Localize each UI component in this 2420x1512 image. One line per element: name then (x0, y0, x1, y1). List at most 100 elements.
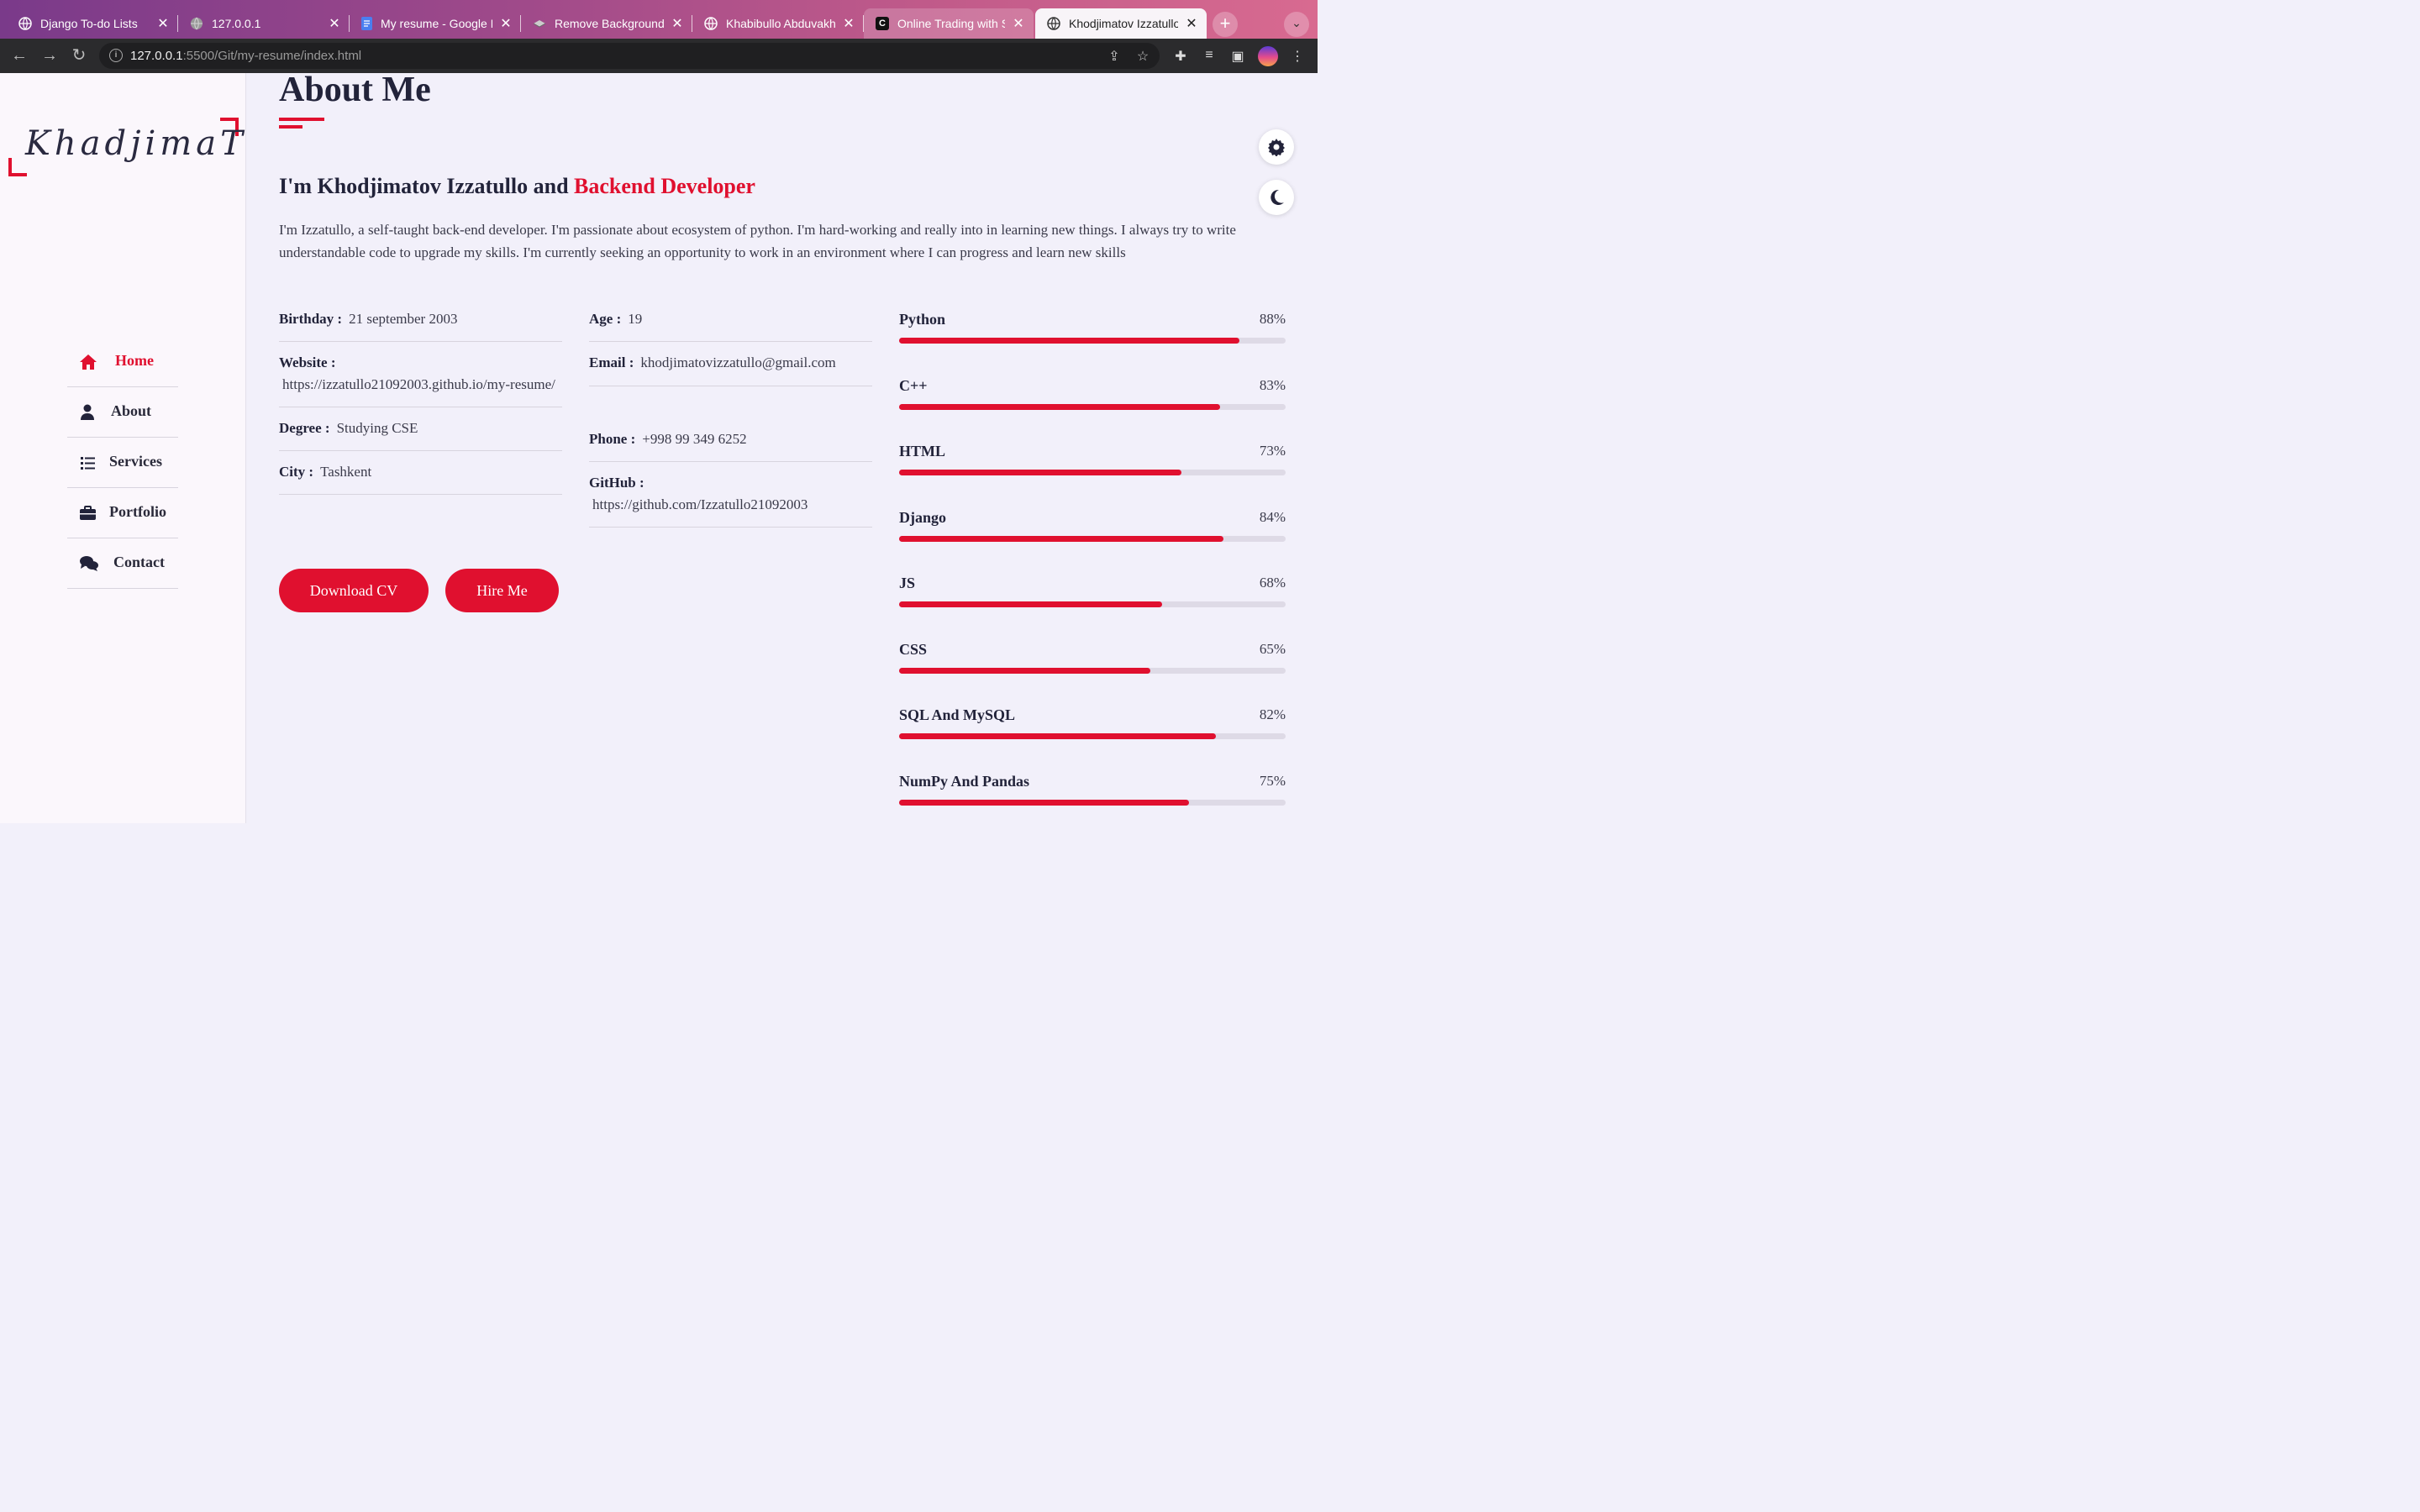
nav-item-home[interactable]: Home (67, 337, 178, 387)
skill-item: HTML 73% (899, 440, 1286, 507)
profile-avatar[interactable] (1258, 46, 1278, 66)
skill-name: SQL And MySQL (899, 706, 1016, 723)
tab-search-button[interactable]: ⌄ (1284, 12, 1309, 37)
tab-title: Khabibullo Abduvakhobov (726, 17, 835, 30)
c-icon: C (876, 17, 889, 30)
close-tab-icon[interactable]: ✕ (1012, 15, 1025, 32)
about-section: About Me I'm Khodjimatov Izzatullo and B… (279, 71, 1287, 823)
skill-progress-track (899, 535, 1286, 542)
skill-name: Django (899, 508, 947, 526)
info-age: Age :19 (589, 308, 872, 342)
title-underline (279, 118, 324, 121)
skill-item: NumPy And Pandas 75% (899, 770, 1286, 837)
info-city: City : Tashkent (279, 461, 562, 495)
hire-me-button[interactable]: Hire Me (445, 569, 559, 612)
theme-toggle-button[interactable] (1259, 180, 1294, 215)
nav-label: Home (115, 352, 154, 369)
site-info-icon[interactable]: i (109, 49, 123, 62)
briefcase-icon (79, 505, 97, 522)
settings-button[interactable] (1259, 129, 1294, 165)
browser-toolbar: ← → ↻ i 127.0.0.1:5500/Git/my-resume/ind… (0, 39, 1318, 73)
browser-tab[interactable]: 127.0.0.1 ✕ (178, 8, 350, 39)
page-viewport: KhadjimaT Home About Services Portfolio … (0, 71, 1318, 823)
tab-title: 127.0.0.1 (212, 17, 261, 30)
skill-progress-track (899, 403, 1286, 410)
browser-tab[interactable]: C Online Trading with Stocks ✕ (864, 8, 1034, 39)
nav-label: About (111, 402, 152, 419)
moon-icon (1270, 189, 1284, 205)
browser-tab[interactable]: Django To-do Lists ✕ (7, 8, 178, 39)
skill-progress-track (899, 338, 1286, 344)
reload-icon[interactable]: ↻ (68, 45, 90, 67)
logo-text: KhadjimaT (25, 124, 247, 163)
close-tab-icon[interactable]: ✕ (1185, 15, 1198, 32)
info-github: GitHub : https://github.com/Izzatullo2109… (589, 472, 872, 528)
tab-title: Online Trading with Stocks (897, 17, 1005, 30)
menu-dots-icon[interactable]: ⋮ (1289, 48, 1306, 65)
skill-progress-fill (899, 799, 1189, 806)
title-underline (279, 125, 302, 129)
skill-name: C++ (899, 376, 928, 394)
skill-name: NumPy And Pandas (899, 772, 1030, 790)
side-panel-icon[interactable]: ▣ (1229, 48, 1246, 65)
nav-item-services[interactable]: Services (67, 438, 178, 488)
skill-name: JS (899, 575, 916, 591)
browser-tab[interactable]: Khabibullo Abduvakhobov ✕ (692, 8, 864, 39)
browser-tab-strip: Django To-do Lists ✕ 127.0.0.1 ✕ My resu… (0, 0, 1318, 39)
browser-tab-active[interactable]: Khodjimatov Izzatullo ✕ (1035, 8, 1207, 39)
skill-progress-fill (899, 403, 1220, 410)
layers-icon (533, 17, 546, 30)
personal-info-left: Birthday :21 september 2003 Website : htt… (279, 308, 562, 505)
nav-item-about[interactable]: About (67, 387, 178, 438)
globe-icon (1047, 17, 1060, 30)
close-tab-icon[interactable]: ✕ (671, 15, 684, 32)
skill-progress-fill (899, 338, 1239, 344)
skill-progress-fill (899, 470, 1181, 475)
nav-item-portfolio[interactable]: Portfolio (67, 488, 178, 538)
user-icon (79, 404, 97, 421)
home-icon (79, 354, 97, 370)
nav-label: Portfolio (109, 503, 166, 520)
logo[interactable]: KhadjimaT (8, 118, 243, 176)
share-icon[interactable]: ⇪ (1106, 48, 1123, 65)
website-link[interactable]: https://izzatullo21092003.github.io/my-r… (279, 374, 562, 396)
media-control-icon[interactable]: ≡ (1201, 48, 1218, 65)
logo-corner (8, 158, 27, 176)
bio-text: I'm Izzatullo, a self-taught back-end de… (279, 222, 1236, 260)
skill-percent: 84% (1259, 508, 1286, 525)
skill-item: JS 68% (899, 572, 1286, 638)
browser-tab[interactable]: Remove Background from Image ✕ (521, 8, 692, 39)
skill-progress-fill (899, 733, 1217, 739)
new-tab-button[interactable]: + (1213, 12, 1238, 37)
skill-progress-track (899, 799, 1286, 806)
close-tab-icon[interactable]: ✕ (499, 15, 513, 32)
tab-title: Django To-do Lists (40, 17, 138, 30)
bookmark-star-icon[interactable]: ☆ (1134, 48, 1151, 65)
back-icon[interactable]: ← (8, 45, 30, 67)
globe-icon (704, 17, 718, 30)
address-bar[interactable]: i 127.0.0.1:5500/Git/my-resume/index.htm… (99, 43, 1160, 69)
tab-title: Khodjimatov Izzatullo (1069, 17, 1178, 30)
browser-tab[interactable]: My resume - Google Docs ✕ (350, 8, 521, 39)
download-cv-button[interactable]: Download CV (279, 569, 429, 612)
nav-item-contact[interactable]: Contact (67, 538, 178, 589)
email-link[interactable]: khodjimatovizzatullo@gmail.com (640, 354, 835, 370)
github-link[interactable]: https://github.com/Izzatullo21092003 (589, 494, 872, 516)
globe-icon (18, 17, 32, 30)
skill-name: Python (899, 311, 946, 328)
close-tab-icon[interactable]: ✕ (842, 15, 855, 32)
extensions-icon[interactable]: ✚ (1172, 48, 1189, 65)
tab-title: Remove Background from Image (555, 17, 664, 30)
skill-percent: 82% (1259, 706, 1286, 722)
skill-name: HTML (899, 443, 946, 459)
sidebar: KhadjimaT Home About Services Portfolio … (0, 73, 246, 823)
close-tab-icon[interactable]: ✕ (156, 15, 170, 32)
close-tab-icon[interactable]: ✕ (328, 15, 341, 32)
sidebar-nav: Home About Services Portfolio Contact (67, 337, 178, 589)
comments-icon (79, 555, 98, 572)
info-email: Email : khodjimatovizzatullo@gmail.com (589, 352, 872, 386)
forward-icon[interactable]: → (39, 45, 60, 67)
skills-list: Python 88% C++ 83% HTML 73% Django 84% JS 68% CSS 6… (899, 308, 1286, 836)
info-birthday: Birthday :21 september 2003 (279, 308, 562, 342)
skill-percent: 65% (1259, 640, 1286, 657)
